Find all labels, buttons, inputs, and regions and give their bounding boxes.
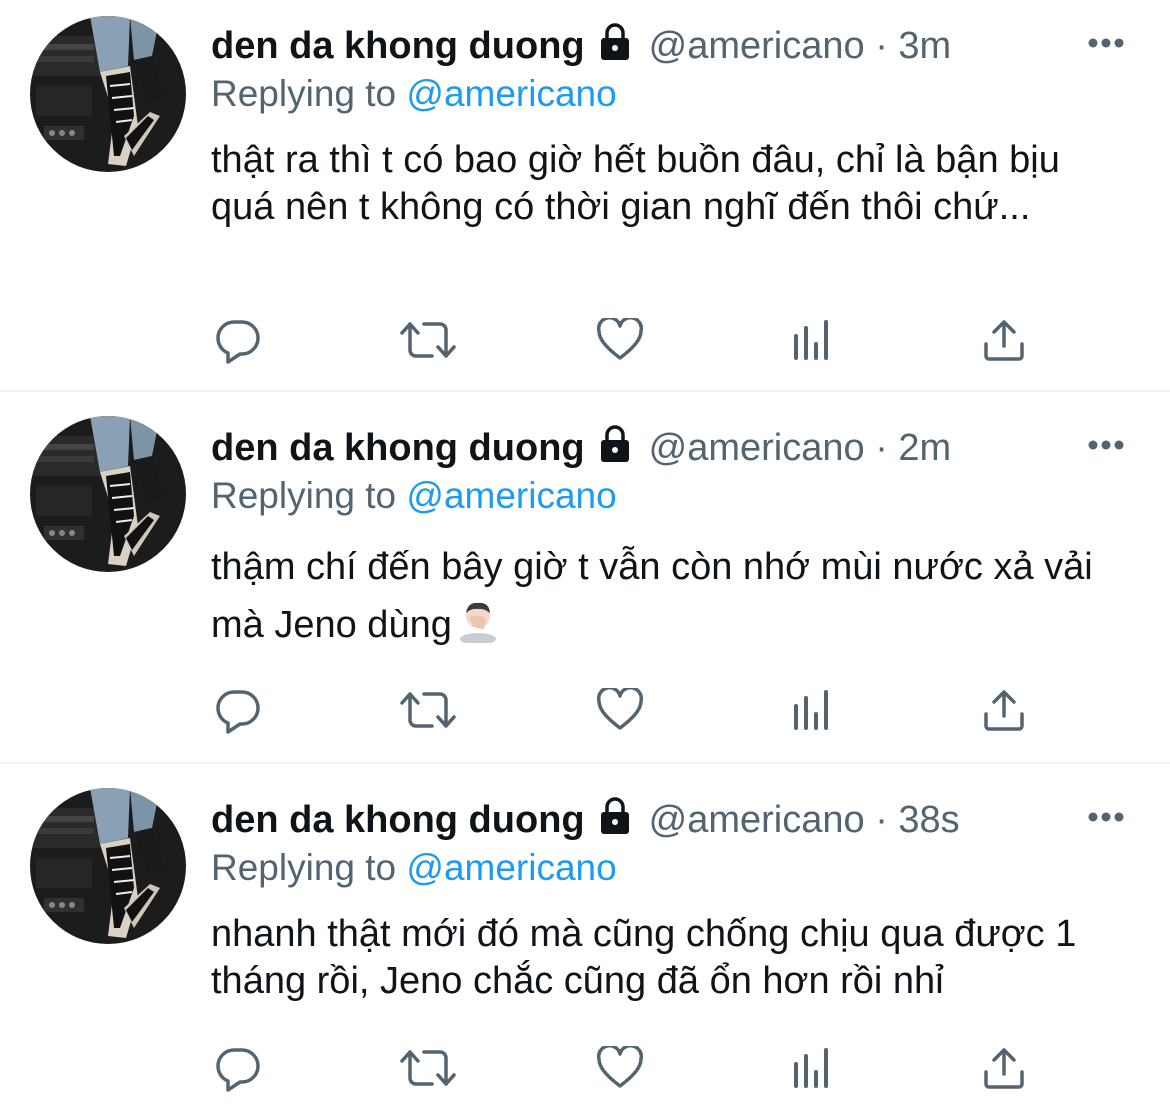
replying-to-mention[interactable]: @americano — [406, 847, 616, 888]
analytics-icon[interactable] — [784, 1040, 840, 1096]
more-options-icon[interactable] — [1088, 810, 1124, 824]
timestamp[interactable]: 38s — [898, 799, 959, 841]
timestamp[interactable]: 2m — [898, 427, 951, 469]
like-icon[interactable] — [592, 312, 648, 368]
replying-to-mention[interactable]: @americano — [406, 73, 616, 114]
display-name[interactable]: den da khong duong — [211, 427, 585, 469]
handle[interactable]: @americano — [649, 25, 865, 67]
reply-icon[interactable] — [210, 682, 266, 738]
replying-to-label: Replying to — [211, 847, 397, 888]
share-icon[interactable] — [976, 682, 1032, 738]
avatar[interactable] — [30, 416, 186, 572]
like-icon[interactable] — [592, 1040, 648, 1096]
separator: · — [875, 427, 888, 469]
lock-icon — [595, 424, 635, 474]
lock-icon — [595, 796, 635, 846]
avatar[interactable] — [30, 16, 186, 172]
reply-icon[interactable] — [210, 1040, 266, 1096]
analytics-icon[interactable] — [784, 682, 840, 738]
lock-icon — [595, 22, 635, 72]
handle[interactable]: @americano — [649, 427, 865, 469]
display-name[interactable]: den da khong duong — [211, 25, 585, 67]
retweet-icon[interactable] — [400, 682, 456, 738]
tweet-text: thậm chí đến bây giờ t vẫn còn nhớ mùi n… — [211, 546, 1093, 646]
display-name[interactable]: den da khong duong — [211, 799, 585, 841]
more-options-icon[interactable] — [1088, 438, 1124, 452]
replying-to-label: Replying to — [211, 73, 397, 114]
avatar[interactable] — [30, 788, 186, 944]
like-icon[interactable] — [592, 682, 648, 738]
share-icon[interactable] — [976, 1040, 1032, 1096]
tweet[interactable]: den da khong duong @americano · 3m Replyi… — [0, 0, 1170, 390]
replying-to-label: Replying to — [211, 475, 397, 516]
retweet-icon[interactable] — [400, 1040, 456, 1096]
handle[interactable]: @americano — [649, 799, 865, 841]
facepalm-emoji — [458, 599, 498, 660]
replying-to-mention[interactable]: @americano — [406, 475, 616, 516]
analytics-icon[interactable] — [784, 312, 840, 368]
separator: · — [875, 799, 888, 841]
tweet[interactable]: den da khong duong @americano · 2m Replyi… — [0, 392, 1170, 762]
tweet-text: thật ra thì t có bao giờ hết buồn đâu, c… — [211, 139, 1060, 228]
tweet[interactable]: den da khong duong @americano · 38s Reply… — [0, 764, 1170, 1115]
share-icon[interactable] — [976, 312, 1032, 368]
retweet-icon[interactable] — [400, 312, 456, 368]
tweet-text: nhanh thật mới đó mà cũng chống chịu qua… — [211, 913, 1077, 1002]
more-options-icon[interactable] — [1088, 36, 1124, 50]
reply-icon[interactable] — [210, 312, 266, 368]
timestamp[interactable]: 3m — [898, 25, 951, 67]
separator: · — [875, 25, 888, 67]
